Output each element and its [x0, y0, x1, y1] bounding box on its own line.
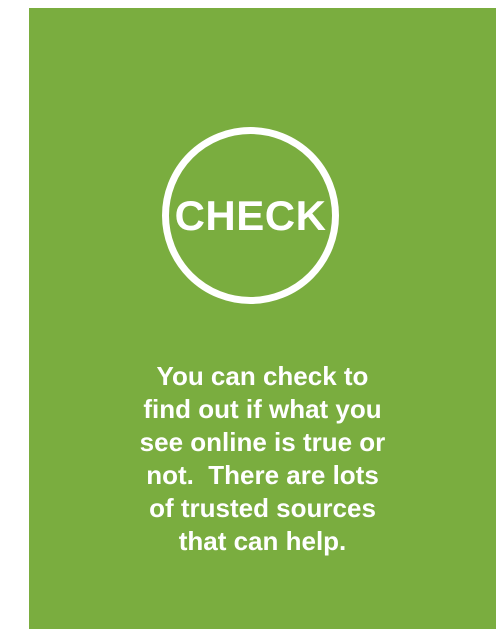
- description-line: not. There are lots: [146, 460, 379, 490]
- check-circle: CHECK: [162, 127, 339, 304]
- description-line: of trusted sources: [149, 493, 376, 523]
- description-line: You can check to: [156, 361, 369, 391]
- circle-label: CHECK: [174, 191, 327, 239]
- description-line: that can help.: [178, 526, 347, 556]
- card-description: You can check to find out if what you se…: [59, 360, 466, 558]
- check-card: CHECK You can check to find out if what …: [29, 8, 496, 629]
- description-line: find out if what you: [143, 394, 382, 424]
- description-line: see online is true or: [139, 427, 386, 457]
